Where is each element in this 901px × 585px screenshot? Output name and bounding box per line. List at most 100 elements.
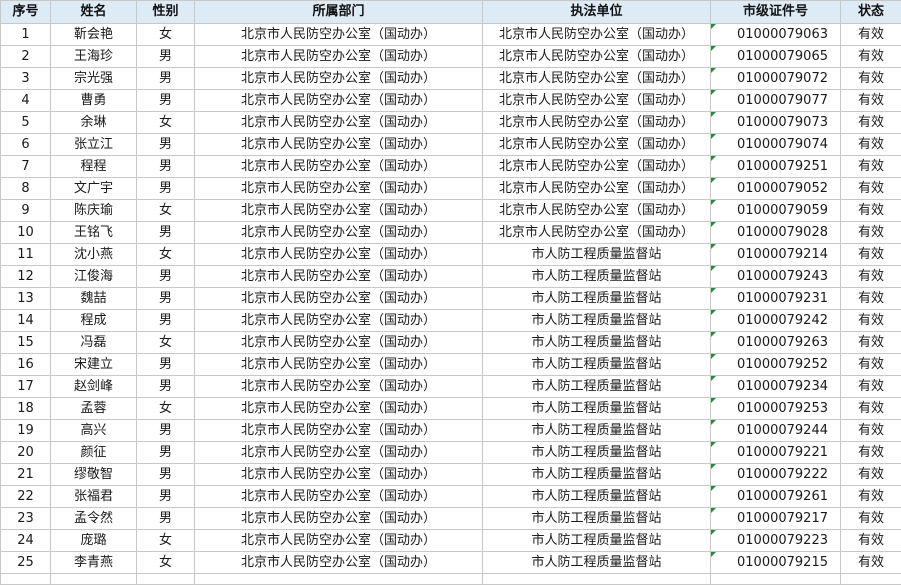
cell-cert-number[interactable]: 01000079217 — [711, 508, 841, 530]
cell-enforcement-unit[interactable]: 市人防工程质量监督站 — [483, 332, 711, 354]
cell-name[interactable]: 宋建立 — [51, 354, 137, 376]
cell-status[interactable]: 有效 — [841, 266, 901, 288]
cell-department[interactable]: 北京市人民防空办公室（国动办） — [195, 46, 483, 68]
cell-name[interactable]: 李青燕 — [51, 552, 137, 574]
cell-cert-number[interactable]: 01000079252 — [711, 354, 841, 376]
cell-name[interactable]: 王海珍 — [51, 46, 137, 68]
cell-enforcement-unit[interactable]: 市人防工程质量监督站 — [483, 442, 711, 464]
cell-status[interactable]: 有效 — [841, 552, 901, 574]
cell-index[interactable]: 11 — [1, 244, 51, 266]
cell-gender[interactable]: 男 — [137, 68, 195, 90]
cell-department[interactable]: 北京市人民防空办公室（国动办） — [195, 530, 483, 552]
cell-department[interactable]: 北京市人民防空办公室（国动办） — [195, 508, 483, 530]
cell-name[interactable]: 沈小燕 — [51, 244, 137, 266]
cell-department[interactable]: 北京市人民防空办公室（国动办） — [195, 442, 483, 464]
header-department[interactable]: 所属部门 — [195, 1, 483, 24]
cell-department[interactable]: 北京市人民防空办公室（国动办） — [195, 178, 483, 200]
cell-index[interactable]: 9 — [1, 200, 51, 222]
cell-gender[interactable]: 女 — [137, 332, 195, 354]
cell-name[interactable]: 颜征 — [51, 442, 137, 464]
cell-name[interactable]: 陈庆瑜 — [51, 200, 137, 222]
cell-department[interactable]: 北京市人民防空办公室（国动办） — [195, 464, 483, 486]
cell-gender[interactable]: 男 — [137, 288, 195, 310]
cell-name[interactable]: 高兴 — [51, 420, 137, 442]
cell-gender[interactable]: 男 — [137, 376, 195, 398]
empty-cell[interactable] — [711, 574, 841, 585]
cell-index[interactable]: 13 — [1, 288, 51, 310]
cell-cert-number[interactable]: 01000079214 — [711, 244, 841, 266]
cell-index[interactable]: 17 — [1, 376, 51, 398]
cell-department[interactable]: 北京市人民防空办公室（国动办） — [195, 266, 483, 288]
cell-enforcement-unit[interactable]: 市人防工程质量监督站 — [483, 398, 711, 420]
cell-department[interactable]: 北京市人民防空办公室（国动办） — [195, 24, 483, 46]
cell-department[interactable]: 北京市人民防空办公室（国动办） — [195, 420, 483, 442]
cell-enforcement-unit[interactable]: 市人防工程质量监督站 — [483, 508, 711, 530]
cell-cert-number[interactable]: 01000079215 — [711, 552, 841, 574]
cell-name[interactable]: 庞璐 — [51, 530, 137, 552]
cell-status[interactable]: 有效 — [841, 222, 901, 244]
cell-enforcement-unit[interactable]: 北京市人民防空办公室（国动办） — [483, 178, 711, 200]
cell-status[interactable]: 有效 — [841, 46, 901, 68]
cell-name[interactable]: 曹勇 — [51, 90, 137, 112]
cell-gender[interactable]: 女 — [137, 24, 195, 46]
cell-gender[interactable]: 男 — [137, 134, 195, 156]
cell-name[interactable]: 孟蓉 — [51, 398, 137, 420]
cell-enforcement-unit[interactable]: 市人防工程质量监督站 — [483, 464, 711, 486]
empty-cell[interactable] — [483, 574, 711, 585]
cell-enforcement-unit[interactable]: 市人防工程质量监督站 — [483, 420, 711, 442]
cell-name[interactable]: 靳会艳 — [51, 24, 137, 46]
cell-cert-number[interactable]: 01000079263 — [711, 332, 841, 354]
cell-name[interactable]: 宗光强 — [51, 68, 137, 90]
cell-name[interactable]: 张福君 — [51, 486, 137, 508]
cell-status[interactable]: 有效 — [841, 486, 901, 508]
cell-department[interactable]: 北京市人民防空办公室（国动办） — [195, 332, 483, 354]
cell-enforcement-unit[interactable]: 市人防工程质量监督站 — [483, 530, 711, 552]
header-index[interactable]: 序号 — [1, 1, 51, 24]
cell-gender[interactable]: 女 — [137, 200, 195, 222]
cell-index[interactable]: 1 — [1, 24, 51, 46]
cell-cert-number[interactable]: 01000079065 — [711, 46, 841, 68]
cell-status[interactable]: 有效 — [841, 376, 901, 398]
cell-status[interactable]: 有效 — [841, 134, 901, 156]
cell-name[interactable]: 程成 — [51, 310, 137, 332]
cell-status[interactable]: 有效 — [841, 112, 901, 134]
cell-name[interactable]: 孟令然 — [51, 508, 137, 530]
cell-status[interactable]: 有效 — [841, 332, 901, 354]
cell-index[interactable]: 7 — [1, 156, 51, 178]
cell-gender[interactable]: 男 — [137, 486, 195, 508]
cell-enforcement-unit[interactable]: 市人防工程质量监督站 — [483, 288, 711, 310]
cell-status[interactable]: 有效 — [841, 464, 901, 486]
cell-index[interactable]: 4 — [1, 90, 51, 112]
cell-cert-number[interactable]: 01000079222 — [711, 464, 841, 486]
cell-gender[interactable]: 男 — [137, 354, 195, 376]
empty-cell[interactable] — [137, 574, 195, 585]
cell-enforcement-unit[interactable]: 市人防工程质量监督站 — [483, 266, 711, 288]
cell-status[interactable]: 有效 — [841, 310, 901, 332]
cell-department[interactable]: 北京市人民防空办公室（国动办） — [195, 398, 483, 420]
cell-name[interactable]: 冯磊 — [51, 332, 137, 354]
cell-index[interactable]: 8 — [1, 178, 51, 200]
cell-status[interactable]: 有效 — [841, 354, 901, 376]
cell-index[interactable]: 3 — [1, 68, 51, 90]
cell-index[interactable]: 23 — [1, 508, 51, 530]
cell-gender[interactable]: 男 — [137, 90, 195, 112]
cell-name[interactable]: 魏喆 — [51, 288, 137, 310]
cell-index[interactable]: 19 — [1, 420, 51, 442]
cell-cert-number[interactable]: 01000079063 — [711, 24, 841, 46]
cell-index[interactable]: 22 — [1, 486, 51, 508]
cell-gender[interactable]: 男 — [137, 156, 195, 178]
cell-status[interactable]: 有效 — [841, 90, 901, 112]
cell-enforcement-unit[interactable]: 北京市人民防空办公室（国动办） — [483, 134, 711, 156]
cell-enforcement-unit[interactable]: 北京市人民防空办公室（国动办） — [483, 200, 711, 222]
cell-enforcement-unit[interactable]: 北京市人民防空办公室（国动办） — [483, 156, 711, 178]
cell-name[interactable]: 王铭飞 — [51, 222, 137, 244]
cell-enforcement-unit[interactable]: 北京市人民防空办公室（国动办） — [483, 46, 711, 68]
cell-index[interactable]: 20 — [1, 442, 51, 464]
cell-gender[interactable]: 男 — [137, 310, 195, 332]
cell-status[interactable]: 有效 — [841, 442, 901, 464]
cell-status[interactable]: 有效 — [841, 508, 901, 530]
cell-status[interactable]: 有效 — [841, 178, 901, 200]
cell-enforcement-unit[interactable]: 市人防工程质量监督站 — [483, 354, 711, 376]
cell-gender[interactable]: 男 — [137, 508, 195, 530]
cell-index[interactable]: 12 — [1, 266, 51, 288]
